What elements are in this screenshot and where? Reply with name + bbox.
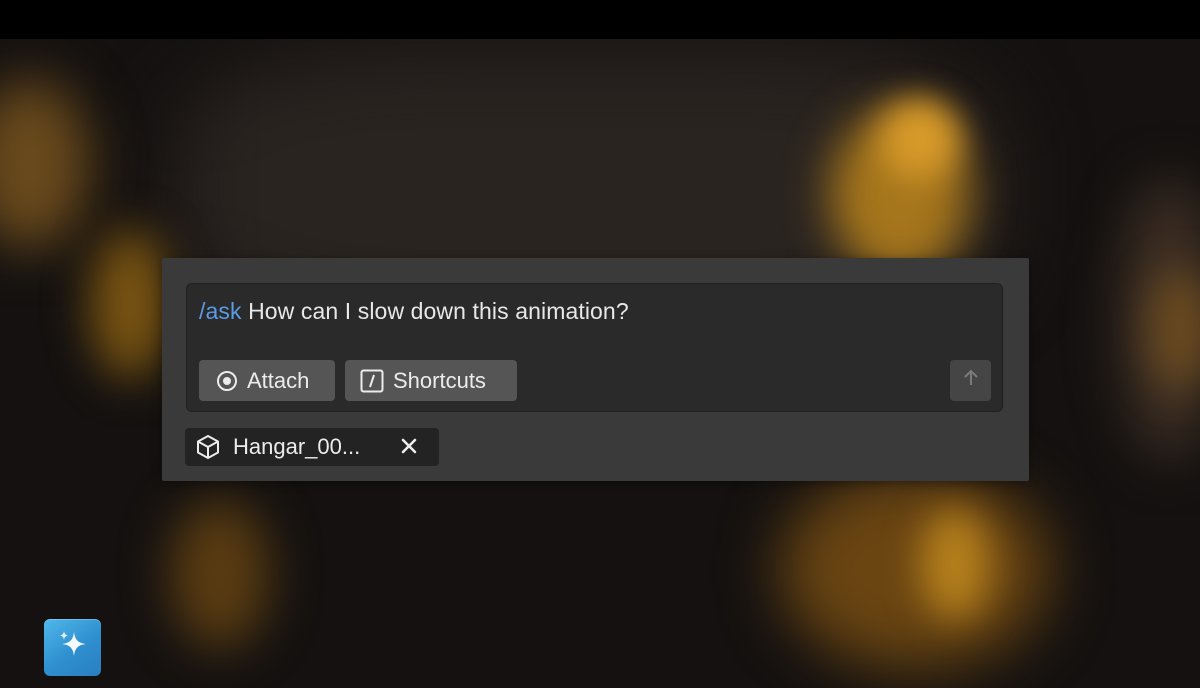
ai-prompt-panel: /ask How can I slow down this animation?…: [162, 258, 1029, 481]
cube-icon: [195, 434, 221, 460]
prompt-text[interactable]: /ask How can I slow down this animation?: [199, 298, 629, 325]
prompt-input[interactable]: /ask How can I slow down this animation?…: [186, 283, 1003, 412]
radio-target-icon: [216, 370, 238, 392]
shortcuts-button[interactable]: Shortcuts: [345, 360, 517, 401]
app-viewport: /ask How can I slow down this animation?…: [0, 0, 1200, 688]
arrow-up-icon: [961, 368, 981, 393]
attachment-chip[interactable]: Hangar_00...: [185, 428, 439, 466]
attach-label: Attach: [247, 367, 310, 393]
send-button[interactable]: [950, 360, 991, 401]
sparkle-icon: [54, 626, 92, 669]
attach-button[interactable]: Attach: [199, 360, 335, 401]
prompt-query: How can I slow down this animation?: [241, 298, 629, 324]
slash-key-icon: [360, 369, 384, 393]
prompt-command: /ask: [199, 298, 242, 324]
shortcuts-label: Shortcuts: [393, 367, 486, 393]
assistant-button[interactable]: [44, 619, 101, 676]
top-bar: [0, 0, 1200, 39]
attachment-label: Hangar_00...: [233, 434, 361, 459]
close-icon[interactable]: [399, 436, 419, 456]
